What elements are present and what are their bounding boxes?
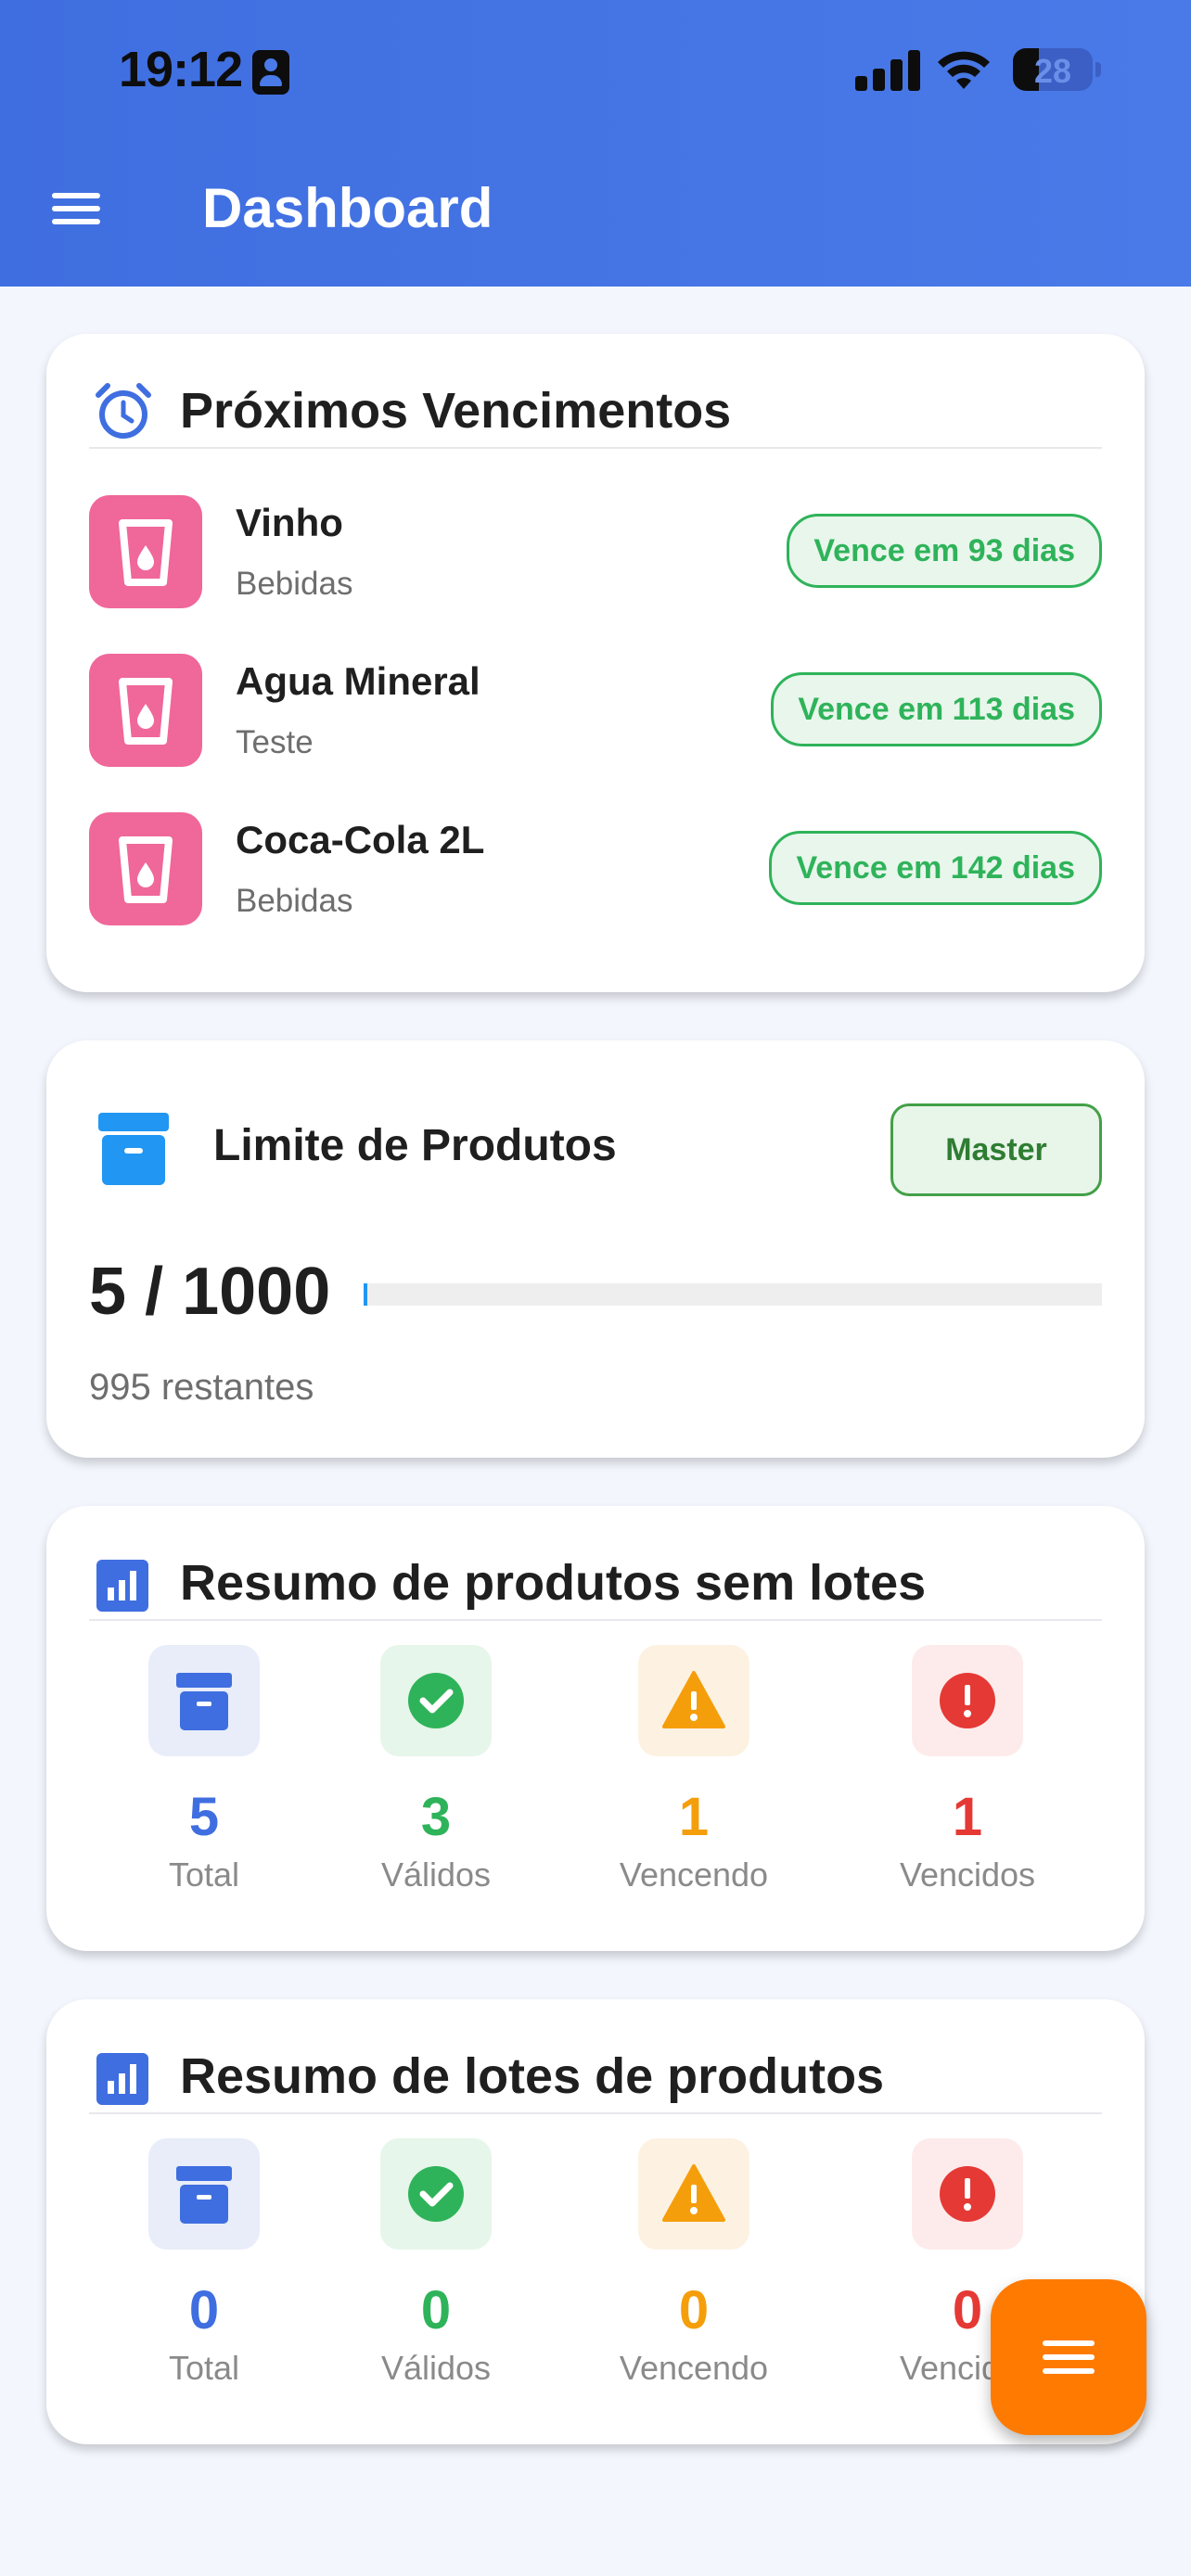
stat-valid[interactable]: 3 Válidos [339,1645,533,1897]
stat-label: Total [168,1855,240,1894]
stat-total[interactable]: 5 Total [107,1645,301,1897]
product-category: Bebidas [236,883,353,919]
product-category: Teste [236,724,314,760]
product-name: Vinho [236,501,343,544]
stat-label: Vencendo [619,1855,769,1894]
stat-value: 0 [678,2280,710,2340]
products-summary-card: Resumo de produtos sem lotes 5 Total 3 V… [46,1506,1145,1951]
stat-label: Válidos [380,2349,492,2387]
expiry-badge: Vence em 142 dias [769,831,1102,905]
stat-valid[interactable]: 0 Válidos [339,2138,533,2391]
divider [89,2112,1102,2114]
check-circle-icon [380,2138,492,2250]
stat-expiring[interactable]: 0 Vencendo [596,2138,791,2391]
battery-tip [1095,62,1101,77]
expiry-badge: Vence em 93 dias [787,514,1102,588]
app-bar: 19:12 28 Dashboard [0,0,1191,287]
battery-icon: 28 [1013,48,1093,91]
divider [89,1619,1102,1621]
alarm-clock-icon [96,383,151,439]
product-category: Bebidas [236,566,353,602]
warning-triangle-icon [638,1645,749,1756]
bar-chart-icon [96,2053,148,2105]
stat-label: Vencidos [899,1855,1036,1894]
max-count: 1000 [182,1255,331,1329]
product-name: Coca-Cola 2L [236,818,485,861]
progress-fill [364,1283,367,1306]
stat-value: 5 [188,1787,220,1847]
cup-drop-icon [89,812,202,925]
stat-expiring[interactable]: 1 Vencendo [596,1645,791,1897]
wifi-icon [938,51,990,89]
card-title: Limite de Produtos [213,1121,617,1170]
cup-drop-icon [89,654,202,767]
product-limit-card: Limite de Produtos Master 5 / 1000 995 r… [46,1040,1145,1458]
stat-label: Vencendo [619,2349,769,2387]
expiry-badge: Vence em 113 dias [771,672,1102,746]
stat-label: Válidos [380,1855,492,1894]
stat-value: 1 [678,1787,710,1847]
check-circle-icon [380,1645,492,1756]
error-circle-icon [912,1645,1023,1756]
divider [89,447,1102,449]
warning-triangle-icon [638,2138,749,2250]
battery-level: 28 [1033,52,1072,90]
fab-menu-button[interactable] [991,2279,1146,2435]
bar-chart-icon [96,1560,148,1612]
stat-total[interactable]: 0 Total [107,2138,301,2391]
error-circle-icon [912,2138,1023,2250]
limit-progress-bar [364,1283,1102,1306]
card-title: Resumo de lotes de produtos [180,2048,885,2104]
product-count: 5 / 1000 [89,1254,330,1330]
stat-expired[interactable]: 1 Vencidos [870,1645,1065,1897]
batches-summary-card: Resumo de lotes de produtos 0 Total 0 Vá… [46,1999,1145,2444]
upcoming-expirations-card: Próximos Vencimentos Vinho Bebidas Vence… [46,334,1145,992]
archive-box-icon [148,1645,260,1756]
stat-value: 1 [952,1787,983,1847]
card-title: Resumo de produtos sem lotes [180,1555,927,1611]
stat-value: 0 [420,2280,452,2340]
remaining-text: 995 restantes [89,1367,314,1408]
menu-button[interactable] [48,185,108,228]
count-separator: / [145,1255,164,1329]
plan-badge[interactable]: Master [890,1103,1102,1196]
stat-value: 3 [420,1787,452,1847]
product-name: Agua Mineral [236,659,480,703]
used-count: 5 [89,1255,127,1329]
cup-drop-icon [89,495,202,608]
stat-value: 0 [188,2280,220,2340]
page-title: Dashboard [202,177,493,239]
cellular-signal-icon [855,50,920,91]
archive-box-icon [148,2138,260,2250]
status-time: 19:12 [119,42,243,97]
stat-label: Total [168,2349,240,2387]
contact-card-icon [252,50,289,95]
card-title: Próximos Vencimentos [180,383,732,439]
archive-box-icon [98,1113,169,1185]
